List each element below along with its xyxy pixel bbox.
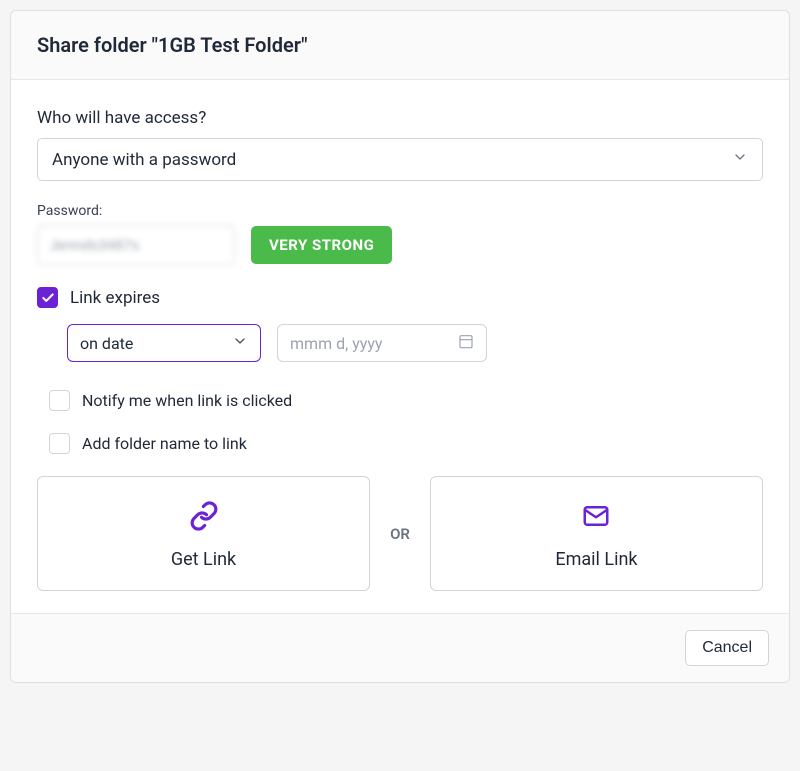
expire-mode-select[interactable]: on date bbox=[67, 324, 261, 362]
chevron-down-icon bbox=[232, 333, 248, 353]
notify-row: Notify me when link is clicked bbox=[49, 390, 763, 411]
notify-checkbox[interactable] bbox=[49, 390, 70, 411]
access-section: Who will have access? Anyone with a pass… bbox=[37, 108, 763, 181]
notify-label: Notify me when link is clicked bbox=[82, 391, 292, 410]
email-link-label: Email Link bbox=[555, 549, 637, 570]
link-expires-label: Link expires bbox=[70, 288, 160, 308]
calendar-icon bbox=[458, 333, 474, 353]
expire-controls: on date mmm d, yyyy bbox=[67, 324, 763, 362]
dialog-title: Share folder "1GB Test Folder" bbox=[37, 33, 763, 57]
email-link-button[interactable]: Email Link bbox=[430, 476, 763, 591]
dialog-header: Share folder "1GB Test Folder" bbox=[11, 11, 789, 80]
add-folder-name-label: Add folder name to link bbox=[82, 434, 247, 453]
access-label: Who will have access? bbox=[37, 108, 763, 128]
or-separator: OR bbox=[370, 525, 430, 543]
link-icon bbox=[189, 501, 219, 535]
envelope-icon bbox=[581, 501, 611, 535]
get-link-button[interactable]: Get Link bbox=[37, 476, 370, 591]
chevron-down-icon bbox=[732, 149, 748, 170]
add-folder-name-checkbox[interactable] bbox=[49, 433, 70, 454]
share-folder-dialog: Share folder "1GB Test Folder" Who will … bbox=[10, 10, 790, 683]
password-section: Password: VERY STRONG bbox=[37, 203, 763, 265]
link-expires-row: Link expires bbox=[37, 287, 763, 308]
access-select[interactable]: Anyone with a password bbox=[37, 138, 763, 181]
password-input[interactable] bbox=[37, 225, 235, 265]
action-row: Get Link OR Email Link bbox=[37, 476, 763, 591]
dialog-body: Who will have access? Anyone with a pass… bbox=[11, 80, 789, 613]
password-row: VERY STRONG bbox=[37, 225, 763, 265]
cancel-button[interactable]: Cancel bbox=[685, 630, 769, 666]
access-selected-value: Anyone with a password bbox=[52, 150, 236, 170]
add-folder-name-row: Add folder name to link bbox=[49, 433, 763, 454]
password-label: Password: bbox=[37, 203, 763, 219]
expire-mode-value: on date bbox=[80, 334, 133, 353]
expire-date-placeholder: mmm d, yyyy bbox=[290, 334, 382, 353]
expire-date-input[interactable]: mmm d, yyyy bbox=[277, 324, 487, 362]
additional-options: Notify me when link is clicked Add folde… bbox=[49, 390, 763, 454]
get-link-label: Get Link bbox=[171, 549, 236, 570]
dialog-footer: Cancel bbox=[11, 613, 789, 682]
password-strength-badge: VERY STRONG bbox=[251, 226, 392, 264]
link-expires-checkbox[interactable] bbox=[37, 287, 58, 308]
